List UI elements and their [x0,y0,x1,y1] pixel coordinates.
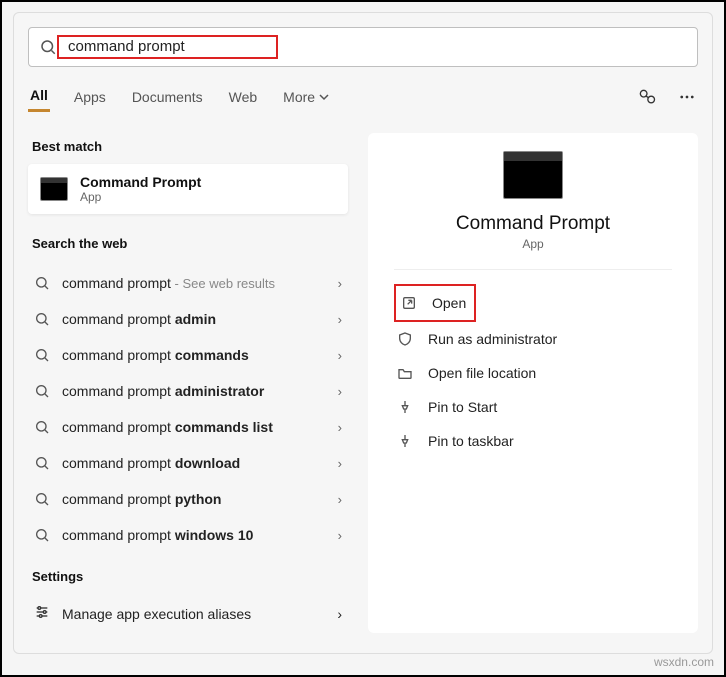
pin-icon [396,432,414,450]
open-icon [400,294,418,312]
search-icon [34,311,50,327]
search-icon [34,455,50,471]
suggestion-text: command prompt admin [62,311,338,327]
search-box[interactable] [28,27,698,67]
search-icon [34,383,50,399]
chevron-right-icon: › [338,420,342,435]
action-pin-start-label: Pin to Start [428,399,497,415]
suggestion-text: command prompt windows 10 [62,527,338,543]
search-icon [34,275,50,291]
tab-apps[interactable]: Apps [72,83,108,111]
action-run-admin[interactable]: Run as administrator [394,322,672,356]
search-icon [34,347,50,363]
web-suggestion[interactable]: command prompt - See web results› [28,265,348,301]
action-open-location[interactable]: Open file location [394,356,672,390]
web-suggestions: command prompt - See web results›command… [28,265,348,553]
search-panel: All Apps Documents Web More Best match C… [13,12,713,654]
web-suggestion[interactable]: command prompt admin› [28,301,348,337]
suggestion-text: command prompt python [62,491,338,507]
search-icon [34,527,50,543]
chevron-right-icon: › [338,456,342,471]
search-icon [39,38,57,56]
preview-pane: Command Prompt App Open Run as administr… [368,133,698,633]
search-input[interactable] [62,38,273,55]
chevron-right-icon: › [338,312,342,327]
preview-subtitle: App [522,237,543,251]
action-open-label: Open [432,295,466,311]
pin-icon [396,398,414,416]
chevron-right-icon: › [338,276,342,291]
chevron-right-icon: › [338,528,342,543]
tab-all[interactable]: All [28,81,50,112]
web-suggestion[interactable]: command prompt administrator› [28,373,348,409]
chevron-right-icon: › [338,492,342,507]
more-options-icon[interactable] [676,86,698,108]
suggestion-text: command prompt - See web results [62,275,338,291]
chevron-right-icon: › [337,606,342,622]
folder-icon [396,364,414,382]
action-pin-start[interactable]: Pin to Start [394,390,672,424]
shield-icon [396,330,414,348]
filter-tabs: All Apps Documents Web More [14,67,712,121]
watermark: wsxdn.com [654,655,714,669]
best-match-heading: Best match [28,133,348,164]
chevron-right-icon: › [338,384,342,399]
feedback-icon[interactable] [636,86,658,108]
settings-heading: Settings [28,563,348,594]
chevron-down-icon [319,92,329,102]
search-bar-wrapper [28,27,698,67]
web-suggestion[interactable]: command prompt commands› [28,337,348,373]
suggestion-text: command prompt commands [62,347,338,363]
action-run-admin-label: Run as administrator [428,331,557,347]
web-suggestion[interactable]: command prompt commands list› [28,409,348,445]
best-match-subtitle: App [80,190,201,204]
open-highlight: Open [394,284,476,322]
best-match-result[interactable]: Command Prompt App [28,164,348,214]
command-prompt-icon-large [503,151,563,199]
action-open[interactable]: Open [396,286,468,320]
suggestion-text: command prompt commands list [62,419,338,435]
search-web-heading: Search the web [28,230,348,261]
suggestion-text: command prompt administrator [62,383,338,399]
web-suggestion[interactable]: command prompt download› [28,445,348,481]
preview-title: Command Prompt [456,213,610,235]
results-column: Best match Command Prompt App Search the… [28,133,348,633]
action-pin-taskbar-label: Pin to taskbar [428,433,514,449]
settings-item-aliases[interactable]: Manage app execution aliases › [28,594,348,633]
chevron-right-icon: › [338,348,342,363]
web-suggestion[interactable]: command prompt python› [28,481,348,517]
tab-documents[interactable]: Documents [130,83,205,111]
tab-web[interactable]: Web [227,83,260,111]
action-pin-taskbar[interactable]: Pin to taskbar [394,424,672,458]
best-match-title: Command Prompt [80,174,201,190]
settings-item-label: Manage app execution aliases [62,606,337,622]
suggestion-text: command prompt download [62,455,338,471]
query-highlight [57,35,278,59]
sliders-icon [34,604,50,623]
search-icon [34,419,50,435]
action-open-location-label: Open file location [428,365,536,381]
search-icon [34,491,50,507]
web-suggestion[interactable]: command prompt windows 10› [28,517,348,553]
command-prompt-icon [40,177,68,201]
tab-more[interactable]: More [281,83,331,111]
